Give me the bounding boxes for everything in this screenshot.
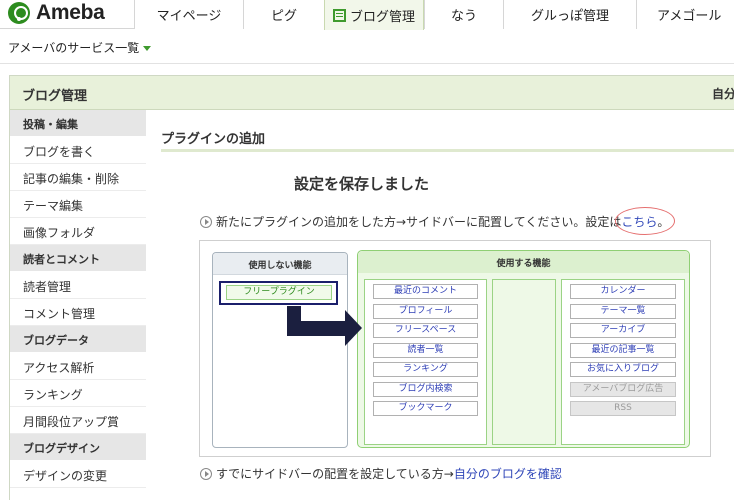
- free-plugin-item: フリープラグイン: [226, 285, 332, 300]
- tab-label: アメゴール: [657, 9, 722, 24]
- sidebar-link[interactable]: アクセス解析: [10, 353, 146, 380]
- plugin-item: テーマ一覧: [570, 303, 676, 319]
- sidebar-link[interactable]: コメント管理: [10, 299, 146, 326]
- tab-pigg[interactable]: ピグ: [243, 0, 324, 29]
- plugin-layout-diagram: 使用しない機能 使用する機能 最近のコメント プロフィール フリースペース 読者一覧ラ…: [199, 240, 711, 457]
- tab-label: ピグ: [270, 9, 297, 24]
- tab-group-management[interactable]: グルっぽ管理: [503, 0, 636, 29]
- tab-blog-management[interactable]: ブログ管理: [324, 0, 424, 30]
- arrow-head: [345, 310, 362, 346]
- tab-label: ブログ管理: [349, 9, 415, 25]
- tab-now[interactable]: なう: [424, 0, 503, 29]
- sidebar-link[interactable]: ランキング: [10, 380, 146, 407]
- sidebar-section-heading: 読者とコメント: [10, 245, 146, 272]
- ameba-logo-icon: [8, 2, 30, 24]
- tab-label: なう: [450, 9, 477, 24]
- sidebar-section-heading: ブログデータ: [10, 326, 146, 353]
- my-blog-link[interactable]: 自分のブログを確認: [454, 465, 562, 482]
- blog-icon: [332, 8, 346, 22]
- unused-features-title: 使用しない機能: [213, 253, 347, 275]
- highlight-circle: [615, 207, 676, 235]
- top-nav: Ameba マイページ ピグ ブログ管理 なう グルっぽ管理 アメゴール: [0, 0, 734, 30]
- panel-title: ブログ管理: [22, 89, 88, 104]
- plugin-item: フリースペース: [373, 323, 478, 338]
- saved-message: 設定を保存しました: [294, 175, 430, 193]
- play-icon: [200, 215, 212, 228]
- tab-label: グルっぽ管理: [530, 9, 609, 24]
- used-features-box: 使用する機能 最近のコメント プロフィール フリースペース 読者一覧ランキングブログ内…: [357, 250, 690, 448]
- plugin-item: アーカイブ: [570, 323, 676, 338]
- sidebar: 投稿・編集 ブログを書く 記事の編集・削除 テーマ編集 画像フォルダ 読者とコメント 読者管…: [10, 110, 146, 488]
- note-check-blog: すでにサイドバーの配置を設定している方→ 自分のブログを確認: [200, 465, 562, 482]
- plugin-item: ランキング: [373, 362, 478, 377]
- play-icon: [200, 467, 212, 480]
- plugin-item: カレンダー: [570, 284, 676, 299]
- service-bar: アメーバのサービス一覧: [0, 30, 734, 64]
- plugin-item: ブログ内検索: [373, 381, 478, 397]
- settings-link-wrap: こちら。: [615, 207, 676, 235]
- logo-text: Ameba: [36, 1, 105, 24]
- plugin-item: ブックマーク: [373, 401, 478, 416]
- sidebar-link[interactable]: 月間段位アップ賞: [10, 407, 146, 434]
- caret-down-icon: [143, 46, 152, 51]
- note-text: すでにサイドバーの配置を設定している方→: [216, 467, 454, 481]
- service-list-label: アメーバのサービス一覧: [8, 41, 140, 55]
- note-add-plugin: 新たにプラグインの追加をした方→サイドバーに配置してください。設定は こちら。: [200, 207, 676, 235]
- panel-header-right[interactable]: 自分: [712, 85, 734, 102]
- plugin-item: 読者一覧: [373, 342, 478, 358]
- sidebar-section-heading: ブログデザイン: [10, 434, 146, 461]
- sidebar-section-heading: 投稿・編集: [10, 110, 146, 137]
- used-column-middle: [492, 279, 556, 445]
- plugin-item-disabled: RSS: [570, 401, 676, 416]
- plugin-item: 最近の記事一覧: [570, 342, 676, 358]
- tab-label: マイページ: [156, 9, 222, 24]
- ameba-logo[interactable]: Ameba: [8, 1, 105, 25]
- plugin-item: お気に入りブログ: [570, 362, 676, 377]
- service-list-dropdown[interactable]: アメーバのサービス一覧: [8, 39, 152, 56]
- plugin-item: プロフィール: [373, 303, 478, 319]
- page-title: プラグインの追加: [161, 132, 266, 147]
- used-column-left: 最近のコメント プロフィール フリースペース 読者一覧ランキングブログ内検索 ブックマー…: [364, 279, 487, 445]
- sidebar-link[interactable]: 画像フォルダ: [10, 218, 146, 245]
- sidebar-link[interactable]: ブログを書く: [10, 137, 146, 164]
- used-features-title: 使用する機能: [358, 251, 689, 273]
- panel-header: ブログ管理 自分: [10, 76, 734, 110]
- sidebar-link[interactable]: テーマ編集: [10, 191, 146, 218]
- tab-amegoal[interactable]: アメゴール: [636, 0, 734, 29]
- tab-mypage[interactable]: マイページ: [134, 0, 243, 29]
- plugin-item: 最近のコメント: [373, 284, 478, 299]
- plugin-item-disabled: アメーバブログ広告: [570, 381, 676, 397]
- used-column-right: カレンダーテーマ一覧アーカイブ最近の記事一覧 お気に入りブログ アメーバブログ広告 R…: [561, 279, 685, 445]
- title-divider: [161, 149, 734, 152]
- arrow-bar: [287, 321, 347, 336]
- note-text: 新たにプラグインの追加をした方→サイドバーに配置してください。設定は: [216, 215, 622, 229]
- sidebar-link[interactable]: デザインの変更: [10, 461, 146, 488]
- sidebar-link[interactable]: 読者管理: [10, 272, 146, 299]
